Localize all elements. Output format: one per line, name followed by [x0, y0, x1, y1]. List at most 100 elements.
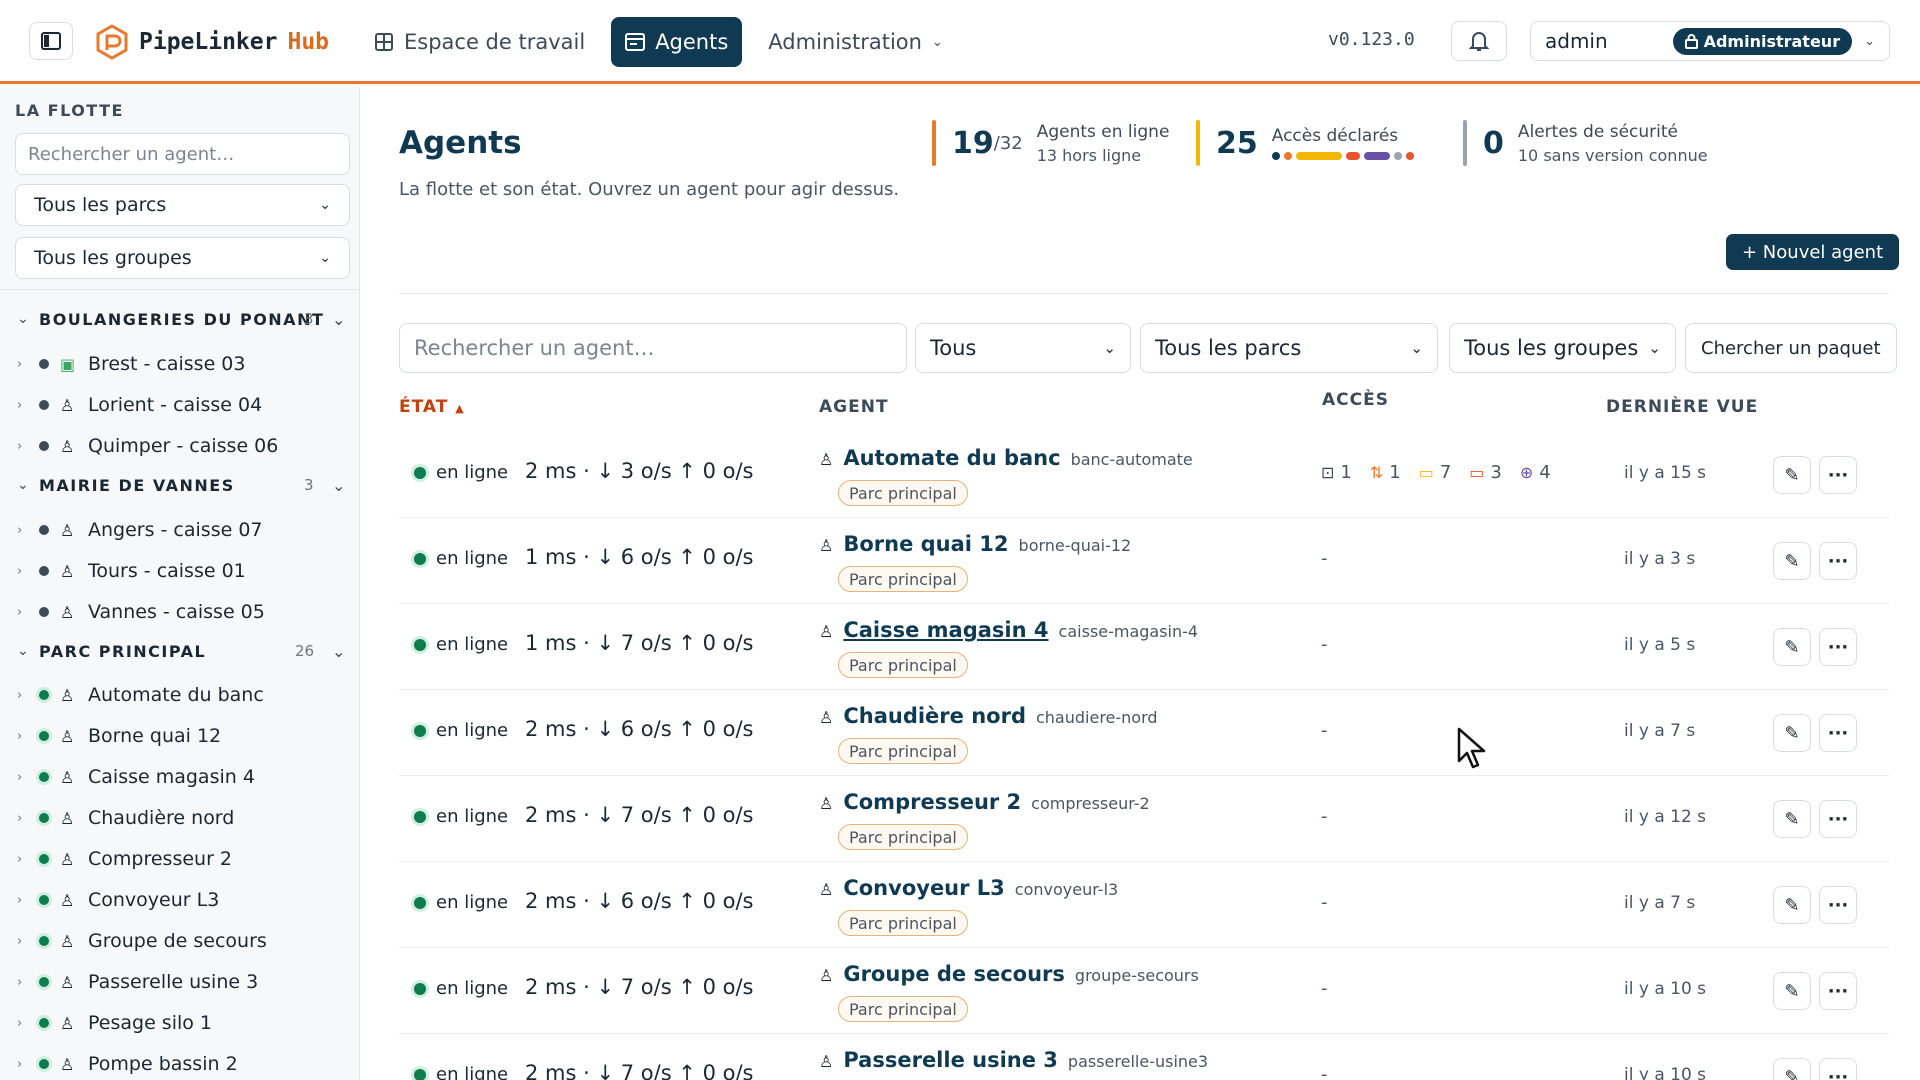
table-row[interactable]: en ligne 2 ms · ↓ 6 o/s ↑ 0 o/s ♙ Convoyeur… — [399, 862, 1889, 948]
sidebar-agent-item[interactable]: › ♙ Pompe bassin 2 — [0, 1046, 359, 1080]
sidebar-agent-item[interactable]: › ▣ Brest - caisse 03 — [0, 346, 359, 382]
sidebar-group-header[interactable]: ⌄ PARC PRINCIPAL 26 ⌄ — [0, 634, 359, 668]
group-filter-value: Tous les groupes — [1464, 336, 1639, 360]
access-summary: - — [1321, 720, 1328, 741]
agent-name-link[interactable]: Caisse magasin 4 — [843, 618, 1048, 642]
more-actions-button[interactable]: ··· — [1819, 542, 1857, 580]
sidebar-agent-item[interactable]: › ♙ Angers - caisse 07 — [0, 512, 359, 548]
agent-name-link[interactable]: Chaudière nord — [843, 704, 1026, 728]
agent-search-input[interactable]: Rechercher un agent… — [399, 323, 907, 373]
sidebar-agent-item[interactable]: › ♙ Convoyeur L3 — [0, 882, 359, 918]
table-row[interactable]: en ligne 2 ms · ↓ 3 o/s ↑ 0 o/s ♙ Automate … — [399, 432, 1889, 518]
table-row[interactable]: en ligne 2 ms · ↓ 7 o/s ↑ 0 o/s ♙ Passerell… — [399, 1034, 1889, 1080]
edit-agent-button[interactable]: ✎ — [1773, 628, 1811, 666]
sidebar-group-value: Tous les groupes — [34, 247, 192, 269]
sidebar-park-select[interactable]: Tous les parcs ⌄ — [15, 184, 350, 226]
table-row[interactable]: en ligne 1 ms · ↓ 6 o/s ↑ 0 o/s ♙ Borne qua… — [399, 518, 1889, 604]
network-metrics: 2 ms · ↓ 7 o/s ↑ 0 o/s — [525, 803, 754, 827]
more-actions-button[interactable]: ··· — [1819, 800, 1857, 838]
edit-agent-button[interactable]: ✎ — [1773, 800, 1811, 838]
sidebar-agent-item[interactable]: › ♙ Compresseur 2 — [0, 841, 359, 877]
linux-icon: ♙ — [819, 450, 834, 469]
agent-name-link[interactable]: Groupe de secours — [843, 962, 1065, 986]
sidebar-toggle-button[interactable] — [29, 22, 73, 60]
access-count: 7 — [1439, 462, 1452, 483]
agent-name-link[interactable]: Convoyeur L3 — [843, 876, 1004, 900]
edit-agent-button[interactable]: ✎ — [1773, 714, 1811, 752]
more-actions-button[interactable]: ··· — [1819, 1058, 1857, 1080]
sidebar-agent-item[interactable]: › ♙ Tours - caisse 01 — [0, 553, 359, 589]
sidebar-agent-item[interactable]: › ♙ Vannes - caisse 05 — [0, 594, 359, 630]
state-filter-select[interactable]: Tous ⌄ — [915, 323, 1131, 373]
column-header-state[interactable]: ÉTAT ▲ — [399, 397, 465, 417]
sidebar-agent-item[interactable]: › ♙ Chaudière nord — [0, 800, 359, 836]
table-row[interactable]: en ligne 2 ms · ↓ 6 o/s ↑ 0 o/s ♙ Chaudière… — [399, 690, 1889, 776]
new-agent-button[interactable]: + Nouvel agent — [1726, 234, 1900, 270]
agent-name-link[interactable]: Compresseur 2 — [843, 790, 1021, 814]
access-item[interactable]: ▭ 7 — [1419, 462, 1452, 483]
edit-agent-button[interactable]: ✎ — [1773, 886, 1811, 924]
expand-all-icon[interactable]: ⌄ — [332, 310, 345, 329]
table-row[interactable]: en ligne 2 ms · ↓ 7 o/s ↑ 0 o/s ♙ Groupe de… — [399, 948, 1889, 1034]
status-dot-online — [39, 813, 49, 823]
table-row[interactable]: en ligne 1 ms · ↓ 7 o/s ↑ 0 o/s ♙ Caisse ma… — [399, 604, 1889, 690]
column-header-agent[interactable]: AGENT — [819, 397, 889, 417]
notifications-button[interactable] — [1451, 21, 1507, 61]
sidebar-agent-item[interactable]: › ♙ Passerelle usine 3 — [0, 964, 359, 1000]
agent-name-link[interactable]: Automate du banc — [843, 446, 1060, 470]
android-icon: ▣ — [60, 354, 76, 374]
edit-agent-button[interactable]: ✎ — [1773, 456, 1811, 494]
sidebar-agent-item[interactable]: › ♙ Pesage silo 1 — [0, 1005, 359, 1041]
sidebar-group-header[interactable]: ⌄ MAIRIE DE VANNES 3 ⌄ — [0, 468, 359, 502]
access-summary: - — [1321, 634, 1328, 655]
access-item[interactable]: ⇅ 1 — [1370, 462, 1401, 483]
more-actions-button[interactable]: ··· — [1819, 972, 1857, 1010]
agent-name-link[interactable]: Passerelle usine 3 — [843, 1048, 1058, 1072]
agent-label: Lorient - caisse 04 — [88, 394, 263, 416]
group-filter-select[interactable]: Tous les groupes ⌄ — [1449, 323, 1676, 373]
nav-workspace[interactable]: Espace de travail — [360, 17, 599, 67]
edit-agent-button[interactable]: ✎ — [1773, 542, 1811, 580]
user-menu[interactable]: admin Administrateur ⌄ — [1530, 21, 1890, 61]
sidebar-agent-item[interactable]: › ♙ Quimper - caisse 06 — [0, 428, 359, 464]
search-package-button[interactable]: Chercher un paquet — [1685, 323, 1897, 373]
table-row[interactable]: en ligne 2 ms · ↓ 7 o/s ↑ 0 o/s ♙ Compresse… — [399, 776, 1889, 862]
network-metrics: 1 ms · ↓ 7 o/s ↑ 0 o/s — [525, 631, 754, 655]
expand-all-icon[interactable]: ⌄ — [332, 476, 345, 495]
sidebar-agent-item[interactable]: › ♙ Caisse magasin 4 — [0, 759, 359, 795]
brand[interactable]: PipeLinker Hub — [95, 24, 329, 60]
park-filter-select[interactable]: Tous les parcs ⌄ — [1140, 323, 1438, 373]
more-actions-button[interactable]: ··· — [1819, 886, 1857, 924]
column-header-access[interactable]: ACCÈS — [1322, 390, 1389, 410]
sidebar-agent-item[interactable]: › ♙ Automate du banc — [0, 677, 359, 713]
chevron-down-icon: ⌄ — [1648, 339, 1661, 357]
more-actions-button[interactable]: ··· — [1819, 456, 1857, 494]
nav-administration[interactable]: Administration ⌄ — [754, 17, 957, 67]
role-label: Administrateur — [1703, 31, 1841, 51]
agent-slug: banc-automate — [1070, 450, 1193, 469]
sidebar-agent-item[interactable]: › ♙ Groupe de secours — [0, 923, 359, 959]
status-dot-online — [39, 1059, 49, 1069]
sidebar-group-header[interactable]: ⌄ BOULANGERIES DU PONANT 3 ⌄ — [0, 302, 359, 336]
sidebar-agent-item[interactable]: › ♙ Borne quai 12 — [0, 718, 359, 754]
sidebar-search-input[interactable]: Rechercher un agent… — [15, 133, 350, 175]
divider — [399, 293, 1889, 294]
agent-slug: groupe-secours — [1074, 966, 1199, 985]
more-actions-button[interactable]: ··· — [1819, 628, 1857, 666]
agent-name-link[interactable]: Borne quai 12 — [843, 532, 1008, 556]
edit-agent-button[interactable]: ✎ — [1773, 1058, 1811, 1080]
park-tag: Parc principal — [838, 910, 968, 936]
expand-all-icon[interactable]: ⌄ — [332, 642, 345, 661]
access-item[interactable]: ⊕ 4 — [1520, 462, 1551, 483]
nav-agents[interactable]: Agents — [611, 17, 743, 67]
access-item[interactable]: ⊡ 1 — [1321, 462, 1352, 483]
linux-icon: ♙ — [60, 972, 75, 992]
access-item[interactable]: ▭ 3 — [1469, 462, 1502, 483]
state-filter-value: Tous — [930, 336, 977, 360]
more-actions-button[interactable]: ··· — [1819, 714, 1857, 752]
linux-icon: ♙ — [819, 1052, 834, 1071]
edit-agent-button[interactable]: ✎ — [1773, 972, 1811, 1010]
column-header-last-seen[interactable]: DERNIÈRE VUE — [1606, 397, 1758, 417]
sidebar-agent-item[interactable]: › ♙ Lorient - caisse 04 — [0, 387, 359, 423]
sidebar-group-select[interactable]: Tous les groupes ⌄ — [15, 237, 350, 279]
